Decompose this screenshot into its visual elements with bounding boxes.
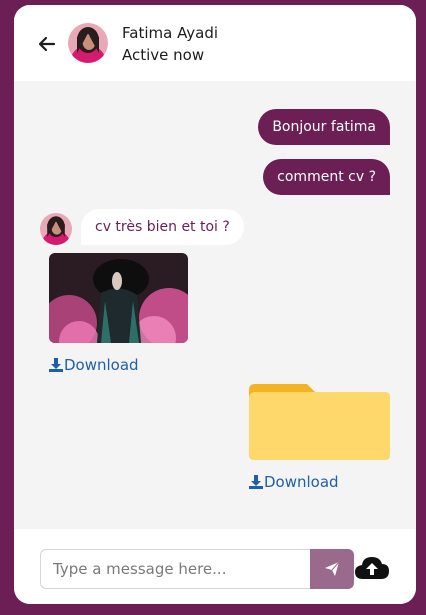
file-attachment[interactable] bbox=[249, 384, 390, 460]
contact-avatar bbox=[68, 23, 108, 63]
send-button[interactable] bbox=[310, 549, 354, 589]
back-button[interactable] bbox=[36, 33, 58, 55]
outgoing-message: comment cv ? bbox=[263, 159, 390, 195]
contact-status: Active now bbox=[122, 46, 205, 64]
chat-window: Fatima Ayadi Active now Bonjour fatima c… bbox=[14, 5, 416, 604]
upload-button[interactable] bbox=[354, 553, 390, 583]
chat-header: Fatima Ayadi Active now bbox=[14, 5, 416, 81]
message-input[interactable] bbox=[40, 549, 312, 589]
composer bbox=[14, 529, 416, 604]
folder-icon bbox=[249, 384, 390, 460]
contact-avatar-small bbox=[40, 213, 72, 245]
outgoing-message: Bonjour fatima bbox=[258, 109, 390, 145]
cloud-upload-icon bbox=[355, 557, 389, 579]
message-list: Bonjour fatima comment cv ? cv très bien… bbox=[14, 81, 416, 529]
contact-name: Fatima Ayadi bbox=[122, 24, 219, 42]
image-attachment[interactable] bbox=[49, 253, 188, 343]
download-link[interactable]: Download bbox=[249, 473, 339, 491]
paper-plane-icon bbox=[325, 561, 340, 576]
download-icon bbox=[249, 475, 263, 489]
incoming-message: cv très bien et toi ? bbox=[81, 209, 244, 245]
download-icon bbox=[49, 358, 63, 372]
arrow-left-icon bbox=[38, 36, 56, 52]
download-label: Download bbox=[64, 356, 139, 374]
download-link[interactable]: Download bbox=[49, 356, 139, 374]
download-label: Download bbox=[264, 473, 339, 491]
